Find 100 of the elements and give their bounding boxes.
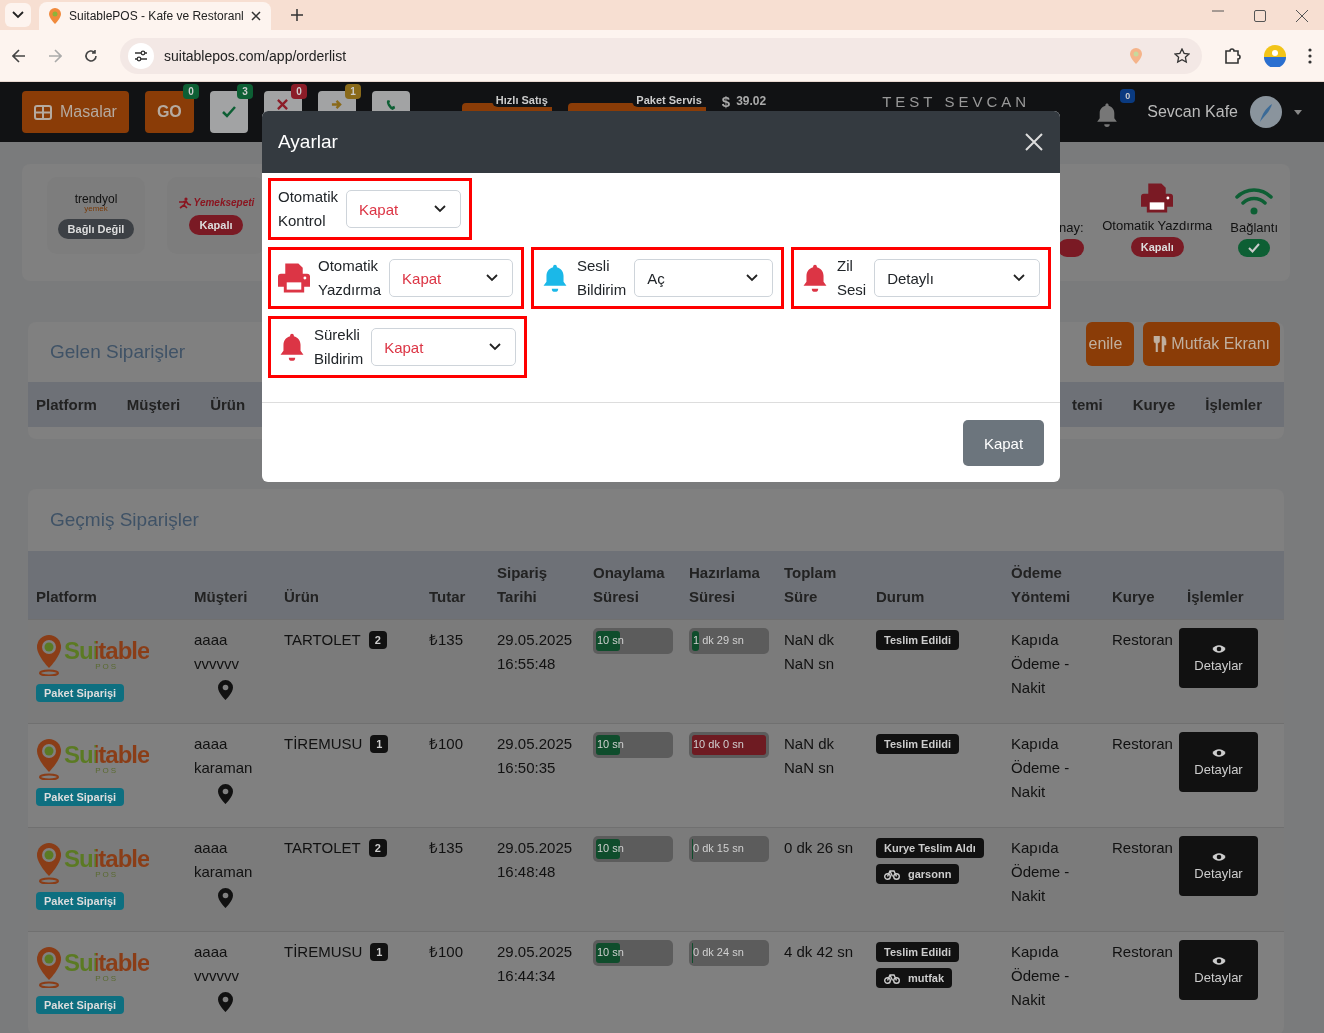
brand-subtitle: POS — [95, 767, 119, 775]
order-date: 29.05.2025 — [497, 838, 574, 858]
order-type-badge: Paket Siparişi — [36, 892, 125, 910]
map-pin-icon[interactable] — [217, 888, 233, 908]
map-pin-icon[interactable] — [217, 784, 233, 804]
maximize-icon[interactable] — [1254, 10, 1266, 22]
refresh-button[interactable]: enile — [1086, 322, 1135, 366]
column-header: Ödeme Yöntemi — [1010, 563, 1072, 607]
status-badge: Bağlı Değil — [57, 218, 135, 239]
courier-name: Restoran — [1111, 838, 1174, 858]
order-type-badge: Paket Siparişi — [36, 788, 125, 806]
location-pin-icon — [36, 634, 62, 676]
order-type-badge: Paket Siparişi — [36, 996, 125, 1014]
back-icon[interactable] — [12, 48, 26, 63]
courier-name: Restoran — [1111, 942, 1174, 962]
quantity-badge: 2 — [368, 839, 387, 857]
indicator-label: Bağlantı — [1230, 220, 1278, 235]
details-button[interactable]: Detaylar — [1179, 940, 1258, 1000]
payment-method: Kapıda Ödeme - Nakit — [1011, 942, 1071, 1010]
arrow-icon — [331, 99, 343, 110]
caret-icon[interactable] — [1294, 109, 1302, 115]
avatar-icon[interactable] — [1250, 96, 1282, 128]
column-header: Hazırlama Süresi — [688, 563, 761, 607]
cross-icon — [277, 99, 289, 110]
details-button[interactable]: Detaylar — [1179, 836, 1258, 896]
order-time: 16:48:48 — [497, 862, 557, 882]
setting-label: Otomatik Kontrol — [278, 187, 338, 231]
column-header: İşlemler — [1186, 587, 1245, 607]
duration-label: 10 sn — [597, 841, 624, 856]
column-header: Tutar — [428, 587, 467, 607]
customer-name: aaaa vvvvvv — [194, 630, 240, 674]
map-pin-icon[interactable] — [217, 680, 233, 700]
reload-icon[interactable] — [84, 48, 98, 63]
dialog-title: Ayarlar — [278, 131, 338, 153]
count-badge: 3 — [237, 84, 253, 99]
details-button[interactable]: Detaylar — [1179, 628, 1258, 688]
close-button[interactable]: Kapat — [963, 420, 1044, 466]
close-icon[interactable] — [251, 11, 261, 21]
payment-method: Kapıda Ödeme - Nakit — [1011, 734, 1071, 802]
notification-badge: 0 — [1120, 89, 1136, 103]
duration-label: 0 dk 24 sn — [693, 945, 744, 960]
chevron-icon — [434, 205, 446, 213]
new-tab-icon[interactable] — [291, 9, 303, 21]
order-date: 29.05.2025 — [497, 630, 574, 650]
column-header: Müşteri — [126, 396, 181, 413]
setting-dropdown[interactable]: Aç — [634, 259, 773, 297]
total-duration: NaN dk NaN sn — [784, 630, 836, 674]
puzzle-icon[interactable] — [1224, 46, 1242, 65]
status-badge: Kapalı — [1130, 237, 1184, 257]
order-type-badge: Paket Siparişi — [36, 684, 125, 702]
eye-icon — [1211, 955, 1226, 966]
setting-dropdown[interactable]: Kapat — [389, 259, 513, 297]
map-pin-icon[interactable] — [217, 992, 233, 1012]
column-header: Kurye — [1132, 396, 1176, 413]
setting-dropdown[interactable]: Kapat — [346, 190, 461, 228]
menu-icon[interactable] — [1308, 47, 1312, 64]
bicycle-icon — [884, 868, 900, 880]
kitchen-screen-button[interactable]: Mutfak Ekranı — [1143, 322, 1280, 366]
payment-method: Kapıda Ödeme - Nakit — [1011, 630, 1071, 698]
close-window-icon[interactable] — [1296, 10, 1308, 22]
column-header: Müşteri — [193, 587, 249, 607]
pin-favicon-icon — [49, 8, 61, 24]
bicycle-icon — [884, 972, 900, 984]
site-settings-icon[interactable] — [128, 42, 154, 69]
order-amount: ₺100 — [428, 734, 465, 754]
browser-tab[interactable]: SuitablePOS - Kafe ve Restoranl — [39, 2, 271, 30]
profile-avatar-icon[interactable] — [1264, 44, 1286, 67]
location-pin-icon — [36, 946, 62, 988]
user-name[interactable]: Sevcan Kafe — [1147, 103, 1238, 121]
order-amount: ₺135 — [428, 630, 465, 650]
order-amount: ₺135 — [428, 838, 465, 858]
tab-list-button[interactable] — [5, 3, 31, 27]
total-duration: 0 dk 26 sn — [784, 838, 855, 858]
star-icon[interactable] — [1174, 47, 1190, 64]
order-time: 16:50:35 — [497, 758, 557, 778]
chevron-icon — [486, 274, 498, 282]
total-duration: NaN dk NaN sn — [784, 734, 836, 778]
address-bar[interactable]: suitablepos.com/app/orderlist — [120, 37, 1202, 74]
payment-method: Kapıda Ödeme - Nakit — [1011, 838, 1071, 906]
order-amount: ₺100 — [428, 942, 465, 962]
setting-label: Otomatik Yazdırma — [318, 256, 382, 300]
courier-badge: garsonn — [876, 864, 960, 884]
runner-icon — [177, 196, 192, 209]
duration-label: 1 dk 29 sn — [693, 633, 744, 648]
setting-dropdown[interactable]: Detaylı — [874, 259, 1040, 297]
column-header: temi — [1071, 396, 1103, 413]
setting-dropdown[interactable]: Kapat — [371, 328, 516, 366]
order-date: 29.05.2025 — [497, 734, 574, 754]
product-name: TİREMUSU — [284, 942, 363, 962]
column-header: Kurye — [1111, 587, 1156, 607]
customer-name: aaaa karaman — [194, 838, 254, 882]
duration-label: 10 sn — [597, 737, 624, 752]
order-time: 16:55:48 — [497, 654, 557, 674]
column-header: Ürün — [283, 587, 320, 607]
location-pin-icon — [36, 738, 62, 780]
details-button[interactable]: Detaylar — [1179, 732, 1258, 792]
product-name: TİREMUSU — [284, 734, 363, 754]
duration-label: 10 sn — [597, 633, 624, 648]
column-header: Platform — [35, 587, 98, 607]
phone-icon — [385, 99, 396, 111]
